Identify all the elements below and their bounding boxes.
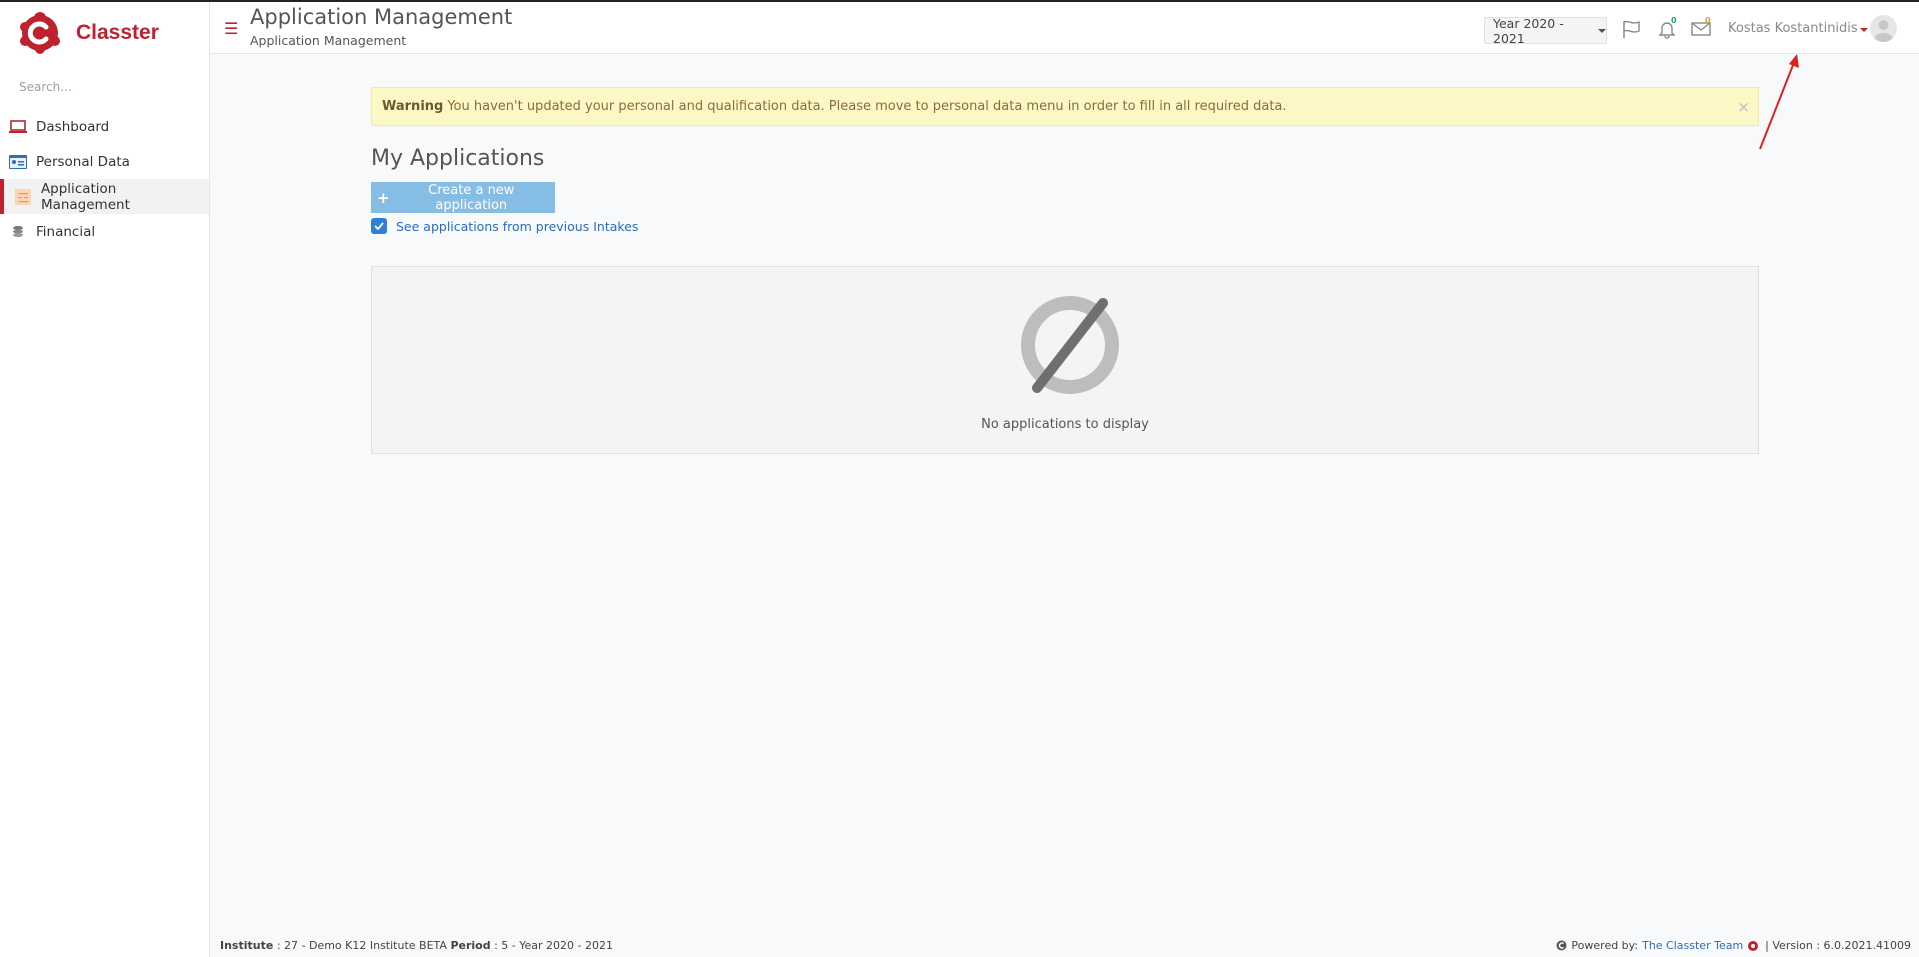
sidebar-item-personal-data[interactable]: Personal Data: [0, 144, 209, 179]
hamburger-menu-icon[interactable]: ☰: [224, 21, 238, 37]
flag-icon[interactable]: [1621, 19, 1641, 43]
coins-icon: [8, 224, 28, 240]
sidebar-nav: Dashboard Personal Data Application Mana…: [0, 109, 209, 249]
annotation-arrow-icon: [1759, 54, 1799, 150]
period-value: : 5 - Year 2020 - 2021: [494, 939, 613, 952]
previous-intakes-toggle[interactable]: See applications from previous Intakes: [371, 218, 638, 234]
empty-state-message: No applications to display: [981, 417, 1149, 432]
logo[interactable]: Classter: [19, 12, 159, 54]
checkmark-icon: [374, 222, 384, 230]
sidebar-item-application-management[interactable]: Application Management: [0, 179, 209, 214]
laptop-icon: [8, 119, 28, 135]
form-icon: [13, 188, 33, 205]
sidebar-item-label: Financial: [36, 223, 96, 240]
period-label: Period: [450, 939, 491, 952]
user-menu[interactable]: Kostas Kostantinidis: [1728, 21, 1858, 36]
powered-by-text: Powered by:: [1571, 939, 1639, 952]
empty-state-panel: No applications to display: [371, 266, 1759, 454]
close-icon[interactable]: ×: [1737, 98, 1750, 116]
breadcrumb: Application Management: [250, 33, 407, 48]
empty-set-icon: [1021, 296, 1119, 394]
classter-logo-icon: [1748, 940, 1759, 951]
chevron-down-icon[interactable]: [1860, 28, 1868, 32]
classter-small-icon: [1556, 940, 1567, 951]
footer-institute: Institute : 27 - Demo K12 Institute BETA…: [220, 939, 613, 952]
previous-intakes-checkbox[interactable]: [371, 218, 387, 234]
top-header: ☰ Application Management Application Man…: [210, 2, 1919, 54]
sidebar-item-label: Dashboard: [36, 118, 110, 135]
create-application-button[interactable]: + Create a new application: [371, 182, 555, 213]
bell-icon[interactable]: 0: [1657, 16, 1677, 43]
institute-value: : 27 - Demo K12 Institute BETA: [276, 939, 447, 952]
warning-message: You haven't updated your personal and qu…: [447, 99, 1287, 114]
warning-alert: Warning You haven't updated your persona…: [371, 87, 1759, 126]
classter-team-link[interactable]: The Classter Team: [1642, 939, 1743, 952]
messages-badge: 0: [1705, 16, 1711, 25]
sidebar-item-dashboard[interactable]: Dashboard: [0, 109, 209, 144]
sidebar-search-input[interactable]: Search...: [19, 80, 72, 94]
year-select[interactable]: Year 2020 - 2021: [1484, 15, 1607, 46]
avatar[interactable]: [1870, 15, 1897, 42]
warning-title: Warning: [382, 99, 444, 114]
sidebar: Classter Search... Dashboard Personal Da…: [0, 2, 210, 957]
version-text: | Version : 6.0.2021.41009: [1765, 939, 1911, 952]
institute-label: Institute: [220, 939, 274, 952]
notifications-badge: 0: [1671, 16, 1677, 25]
classter-logo-icon: [20, 12, 60, 54]
sidebar-item-label: Application Management: [40, 180, 130, 213]
create-button-label: Create a new application: [428, 182, 515, 213]
year-select-value: Year 2020 - 2021: [1493, 15, 1564, 46]
brand-name: Classter: [76, 21, 159, 44]
plus-icon: +: [377, 188, 390, 207]
sidebar-item-financial[interactable]: Financial: [0, 214, 209, 249]
previous-intakes-label[interactable]: See applications from previous Intakes: [396, 219, 638, 234]
sidebar-item-label: Personal Data: [36, 153, 130, 170]
envelope-icon[interactable]: 0: [1691, 16, 1711, 43]
chevron-down-icon: [1598, 28, 1606, 33]
footer-powered-by: Powered by: The Classter Team | Version …: [1556, 939, 1911, 952]
id-card-icon: [8, 154, 28, 170]
section-title: My Applications: [371, 146, 545, 171]
page-title: Application Management: [250, 5, 513, 29]
